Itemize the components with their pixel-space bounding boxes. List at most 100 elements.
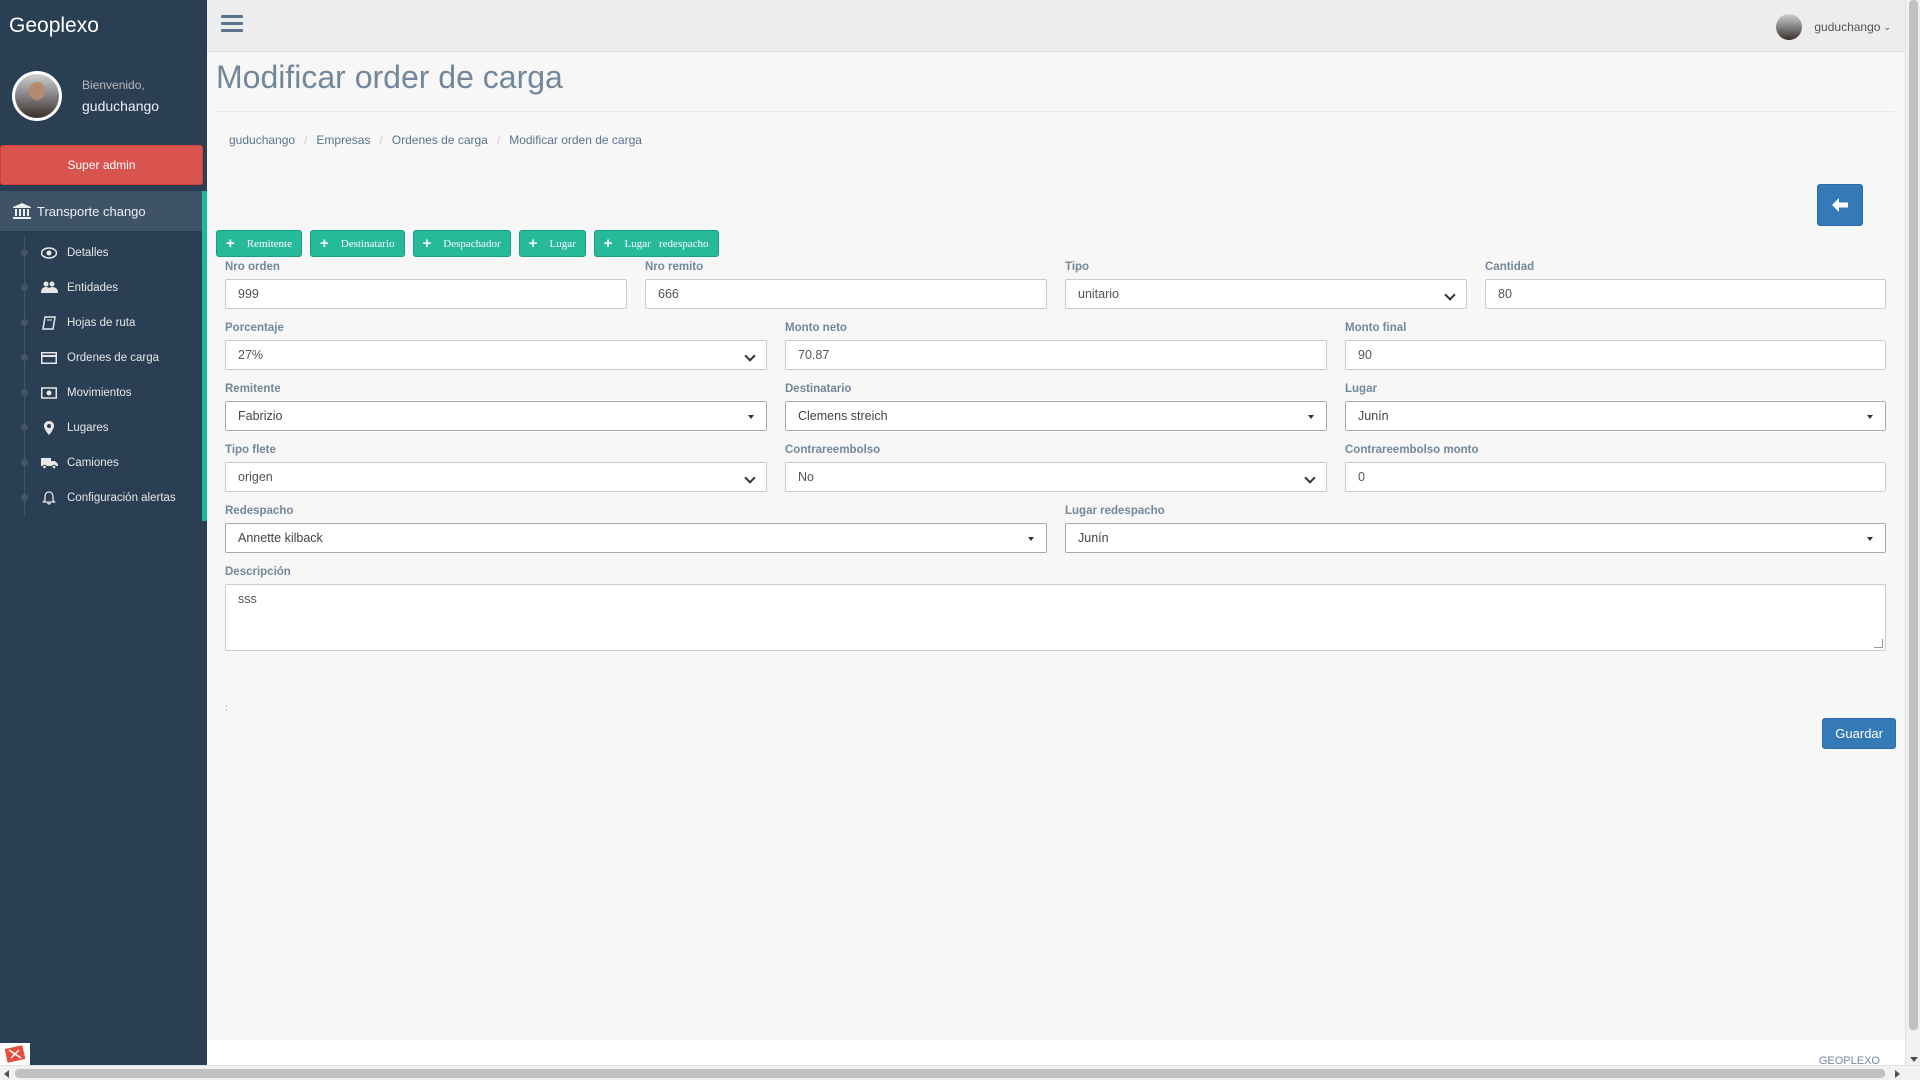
destinatario-select[interactable]: Clemens streich (785, 401, 1327, 431)
plus-icon: + (226, 235, 235, 252)
contrareembolso-select[interactable]: No (785, 462, 1327, 492)
sidebar-item-detalles[interactable]: Detalles (0, 235, 202, 270)
monto-neto-input[interactable]: 70.87 (785, 340, 1327, 370)
cantidad-label: Cantidad (1485, 261, 1535, 273)
redespacho-label: Redespacho (225, 505, 294, 517)
page-title: Modificar order de carga (216, 59, 1895, 112)
lugar-select[interactable]: Junín (1345, 401, 1886, 431)
user-menu[interactable]: guduchango ⌄ (1776, 14, 1891, 40)
chevron-down-icon: ⌄ (1883, 21, 1891, 32)
menu-toggle-icon[interactable] (221, 15, 243, 35)
truck-icon (40, 457, 58, 469)
arrow-left-icon (1832, 198, 1848, 212)
sidebar-item-lugares[interactable]: Lugares (0, 410, 202, 445)
breadcrumb-item[interactable]: guduchango (229, 133, 295, 147)
sidebar-item-label: Ordenes de carga (67, 351, 160, 364)
nro-orden-label: Nro orden (225, 261, 280, 273)
sidebar-item-label: Configuración alertas (67, 491, 176, 504)
plus-icon: + (319, 235, 329, 252)
book-icon (40, 315, 58, 330)
sidebar: Geoplexo Bienvenido, guduchango Super ad… (0, 0, 207, 1065)
eye-icon (40, 246, 58, 259)
porcentaje-select[interactable]: 27% (225, 340, 767, 370)
bell-icon (40, 490, 58, 505)
sidebar-item-label: Entidades (67, 281, 119, 294)
sidebar-item-entidades[interactable]: Entidades (0, 270, 202, 305)
contrareembolso-label: Contrareembolso (785, 444, 881, 456)
brand-logo[interactable]: Geoplexo (0, 0, 207, 52)
profile-block: Bienvenido, guduchango (0, 52, 207, 140)
user-menu-name: guduchango (1814, 20, 1881, 34)
main-content: Modificar order de carga guduchango / Em… (207, 53, 1905, 1040)
add-despachador-button[interactable]: + Despachador (412, 230, 511, 257)
contrareembolso-monto-label: Contrareembolso monto (1345, 444, 1479, 456)
tipo-label: Tipo (1065, 261, 1090, 273)
map-marker-icon (40, 420, 58, 435)
sidebar-item-camiones[interactable]: Camiones (0, 445, 202, 480)
monto-final-label: Monto final (1345, 322, 1407, 334)
nro-remito-input[interactable]: 666 (645, 279, 1047, 309)
descripcion-label: Descripción (225, 566, 291, 578)
tipo-flete-label: Tipo flete (225, 444, 276, 456)
profile-username: guduchango (82, 98, 160, 114)
vertical-scrollbar[interactable] (1905, 0, 1920, 1065)
monto-neto-label: Monto neto (785, 322, 847, 334)
sidebar-item-label: Detalles (67, 246, 109, 259)
lugar-label: Lugar (1345, 383, 1377, 395)
add-destinatario-button[interactable]: + Destinatario (309, 230, 405, 257)
avatar (12, 71, 62, 121)
sidebar-item-label: Lugares (67, 421, 109, 434)
sidebar-submenu: Detalles Entidades Hojas de ruta Ordenes… (0, 231, 207, 521)
breadcrumb-item[interactable]: Ordenes de carga (392, 133, 488, 147)
descripcion-textarea[interactable]: sss (225, 584, 1886, 651)
footer: GEOPLEXO (207, 1040, 1905, 1067)
add-remitente-button[interactable]: + Remitente (216, 230, 302, 257)
destinatario-label: Destinatario (785, 383, 852, 395)
credit-card-icon (40, 351, 58, 364)
extension-icon[interactable] (0, 1043, 30, 1065)
cantidad-input[interactable]: 80 (1485, 279, 1886, 309)
breadcrumb-item-active: Modificar orden de carga (509, 133, 642, 147)
bank-icon (13, 203, 31, 219)
add-buttons-row: + Remitente + Destinatario + Despachador + L… (216, 230, 719, 257)
sidebar-item-hojas-de-ruta[interactable]: Hojas de ruta (0, 305, 202, 340)
super-admin-button[interactable]: Super admin (0, 145, 203, 185)
tipo-flete-select[interactable]: origen (225, 462, 767, 492)
contrareembolso-monto-input[interactable]: 0 (1345, 462, 1886, 492)
remitente-select[interactable]: Fabrizio (225, 401, 767, 431)
sidebar-item-movimientos[interactable]: Movimientos (0, 375, 202, 410)
porcentaje-label: Porcentaje (225, 322, 284, 334)
add-lugar-button[interactable]: + Lugar (518, 230, 586, 257)
sidebar-item-configuracion-alertas[interactable]: Configuración alertas (0, 480, 202, 515)
welcome-text: Bienvenido, (82, 78, 145, 92)
lugar-redespacho-label: Lugar redespacho (1065, 505, 1165, 517)
plus-icon: + (528, 235, 538, 252)
topbar: guduchango ⌄ (207, 0, 1905, 52)
plus-icon: + (422, 235, 432, 252)
stray-text: : (225, 703, 228, 714)
save-button[interactable]: Guardar (1822, 718, 1896, 749)
sidebar-item-label: Hojas de ruta (67, 316, 136, 329)
order-form: Nro orden 999 Nro remito 666 Tipo unitar… (225, 261, 1886, 664)
nro-remito-label: Nro remito (645, 261, 704, 273)
nro-orden-input[interactable]: 999 (225, 279, 627, 309)
lugar-redespacho-select[interactable]: Junín (1065, 523, 1886, 553)
redespacho-select[interactable]: Annette kilback (225, 523, 1047, 553)
tipo-select[interactable]: unitario (1065, 279, 1467, 309)
money-icon (40, 386, 58, 399)
horizontal-scrollbar[interactable] (0, 1065, 1920, 1080)
monto-final-input[interactable]: 90 (1345, 340, 1886, 370)
sidebar-item-ordenes-de-carga[interactable]: Ordenes de carga (0, 340, 202, 375)
sidebar-item-label: Camiones (67, 456, 119, 469)
avatar (1776, 14, 1803, 40)
plus-icon: + (603, 235, 613, 252)
remitente-label: Remitente (225, 383, 281, 395)
breadcrumb-item[interactable]: Empresas (316, 133, 370, 147)
sidebar-section-transporte[interactable]: Transporte chango (0, 191, 207, 231)
back-button[interactable] (1817, 184, 1863, 226)
users-icon (40, 281, 58, 294)
breadcrumb: guduchango / Empresas / Ordenes de carga… (229, 133, 642, 147)
sidebar-section-label: Transporte chango (37, 203, 146, 219)
add-lugar-redespacho-button[interactable]: + Lugar redespacho (593, 230, 719, 257)
sidebar-item-label: Movimientos (67, 386, 132, 399)
